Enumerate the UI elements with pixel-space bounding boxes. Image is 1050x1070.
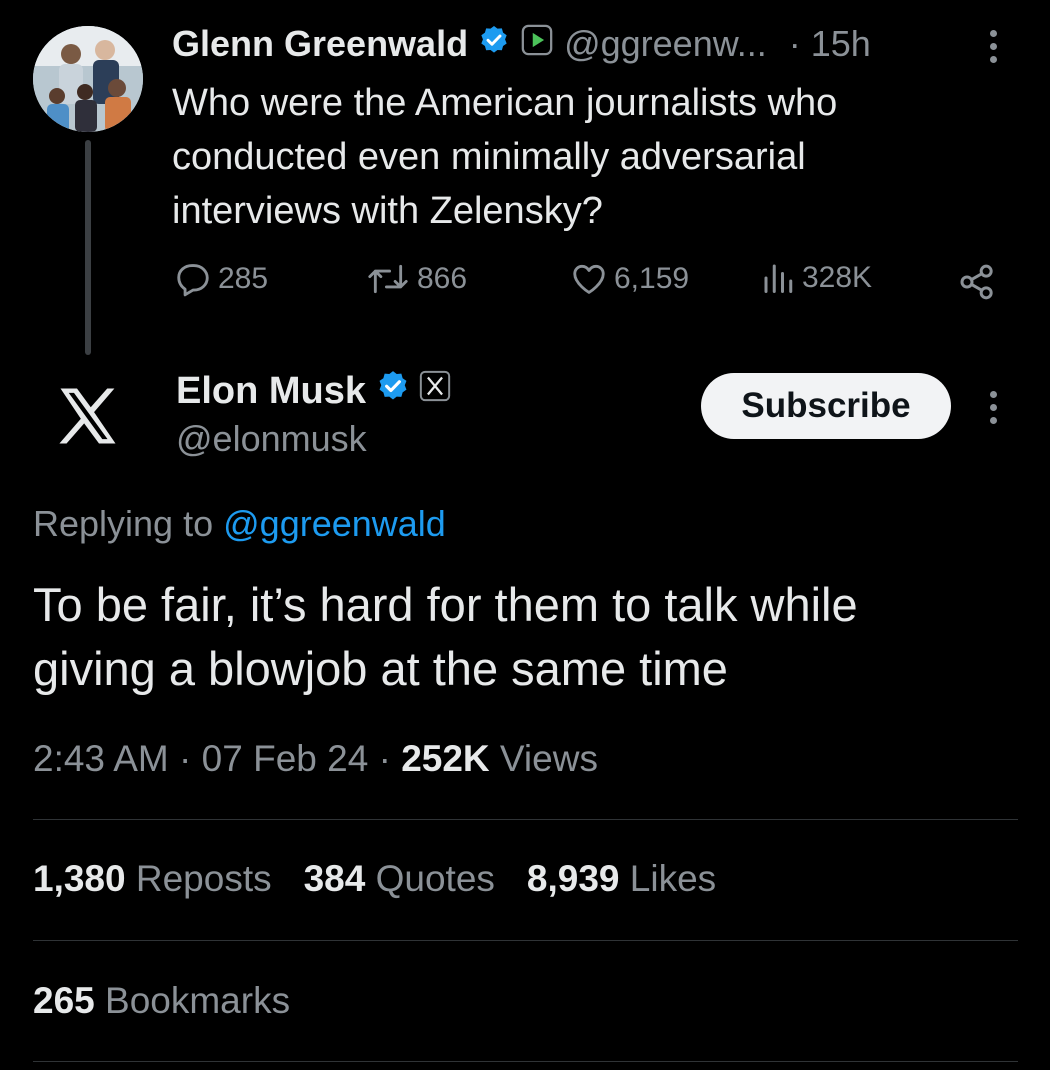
likes-stat[interactable]: 8,939 Likes	[527, 858, 716, 900]
repost-action[interactable]: 866	[365, 260, 467, 298]
views-label: Views	[499, 738, 598, 779]
share-icon	[960, 264, 993, 300]
likes-count: 8,939	[526, 858, 620, 899]
likes-label: Likes	[629, 858, 717, 899]
divider	[33, 1061, 1018, 1062]
like-icon	[573, 264, 605, 294]
replying-to: Replying to @ggreenwald	[33, 503, 446, 545]
reposts-label: Reposts	[135, 858, 272, 899]
tweet-date[interactable]: 07 Feb 24	[202, 738, 369, 779]
more-icon[interactable]	[990, 391, 997, 424]
reposts-stat[interactable]: 1,380 Reposts	[33, 858, 272, 900]
divider	[33, 940, 1018, 941]
x-logo-icon	[59, 388, 116, 444]
like-action[interactable]: 6,159	[570, 260, 689, 298]
views-icon	[764, 264, 793, 293]
tweet-text-line: giving a blowjob at the same time	[33, 642, 728, 695]
quoted-author-name[interactable]: Glenn Greenwald	[172, 23, 468, 65]
meta-separator: ·	[378, 738, 391, 779]
repost-icon	[368, 264, 408, 294]
tweet-meta: 2:43 AM · 07 Feb 24 · 252K Views	[33, 738, 598, 780]
engagement-stats: 1,380 Reposts 384 Quotes 8,939 Likes	[33, 858, 716, 900]
verified-badge-icon	[478, 23, 510, 65]
replying-to-label: Replying to	[33, 503, 214, 544]
quoted-tweet-header: Glenn Greenwald @ggreenw... · 15h	[172, 20, 871, 68]
author-name[interactable]: Elon Musk	[176, 370, 366, 413]
avatar-greenwald[interactable]	[33, 26, 143, 132]
reposts-count: 1,380	[33, 858, 126, 899]
thread-connector-line	[85, 140, 91, 355]
views-count: 328K	[802, 261, 873, 294]
replying-to-handle-link[interactable]: @ggreenwald	[223, 503, 446, 544]
share-button[interactable]	[957, 262, 997, 307]
tweet-text-line: To be fair, it’s hard for them to talk w…	[33, 578, 858, 631]
reply-icon	[177, 264, 209, 297]
quoted-text-line: interviews with Zelensky?	[172, 190, 603, 232]
reply-action[interactable]: 285	[174, 260, 268, 298]
x-affiliate-badge-icon	[418, 369, 452, 413]
views-action[interactable]: 328K	[760, 260, 872, 296]
author-header: Elon Musk	[176, 366, 452, 416]
quoted-text-line: conducted even minimally adversarial	[172, 136, 806, 178]
reply-count: 285	[218, 262, 269, 295]
views-number: 252K	[401, 738, 490, 779]
bookmarks-label: Bookmarks	[105, 980, 291, 1021]
quotes-stat[interactable]: 384 Quotes	[304, 858, 495, 900]
quotes-label: Quotes	[375, 858, 495, 899]
subscription-badge-icon	[520, 23, 554, 66]
like-count: 6,159	[614, 262, 690, 295]
quoted-tweet-text: Who were the American journalists who co…	[172, 76, 837, 238]
quoted-more-icon[interactable]	[990, 30, 997, 63]
bookmarks-count: 265	[33, 980, 95, 1021]
meta-separator: ·	[179, 738, 192, 779]
quoted-text-line: Who were the American journalists who	[172, 82, 838, 124]
quoted-author-handle[interactable]: @ggreenw...	[564, 23, 767, 65]
tweet-time[interactable]: 2:43 AM	[33, 738, 169, 779]
verified-badge-icon	[376, 369, 410, 413]
divider	[33, 819, 1018, 820]
subscribe-button[interactable]: Subscribe	[701, 373, 951, 439]
author-handle[interactable]: @elonmusk	[176, 418, 367, 460]
tweet-text: To be fair, it’s hard for them to talk w…	[33, 573, 858, 701]
avatar-photo	[33, 26, 143, 132]
quoted-timestamp[interactable]: · 15h	[789, 23, 871, 65]
bookmarks-stat[interactable]: 265 Bookmarks	[33, 980, 290, 1022]
repost-count: 866	[417, 262, 468, 295]
x-logo-avatar[interactable]	[55, 385, 121, 452]
quotes-count: 384	[303, 858, 366, 899]
